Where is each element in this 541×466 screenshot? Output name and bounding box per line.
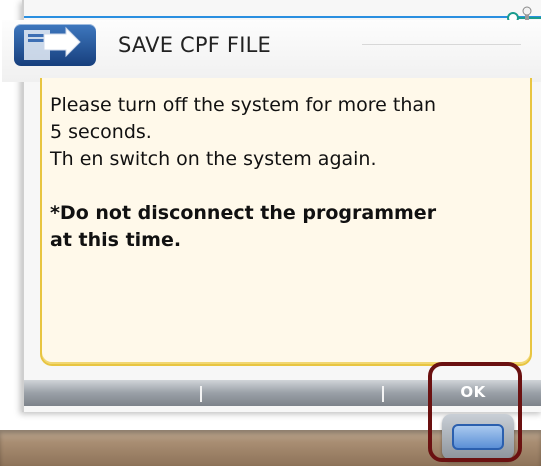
softkey-divider — [382, 386, 384, 402]
warning-line: *Do not disconnect the programmer — [50, 202, 437, 224]
message-line: Th en switch on the system again. — [50, 148, 377, 170]
title-divider — [362, 44, 521, 45]
save-file-icon — [14, 24, 96, 66]
message-spacer — [50, 173, 522, 200]
message-line: 5 seconds. — [50, 121, 152, 143]
message-panel: Please turn off the system for more than… — [40, 78, 532, 366]
warning-line: at this time. — [50, 229, 182, 251]
softkey-divider — [200, 386, 202, 402]
dialog-title: SAVE CPF FILE — [118, 33, 271, 57]
ok-highlight-frame — [428, 362, 522, 462]
dialog-title-bar: SAVE CPF FILE — [2, 20, 541, 82]
message-line: Please turn off the system for more than — [50, 94, 437, 116]
screen-top-line — [24, 16, 541, 18]
message-body: Please turn off the system for more than… — [50, 92, 522, 254]
